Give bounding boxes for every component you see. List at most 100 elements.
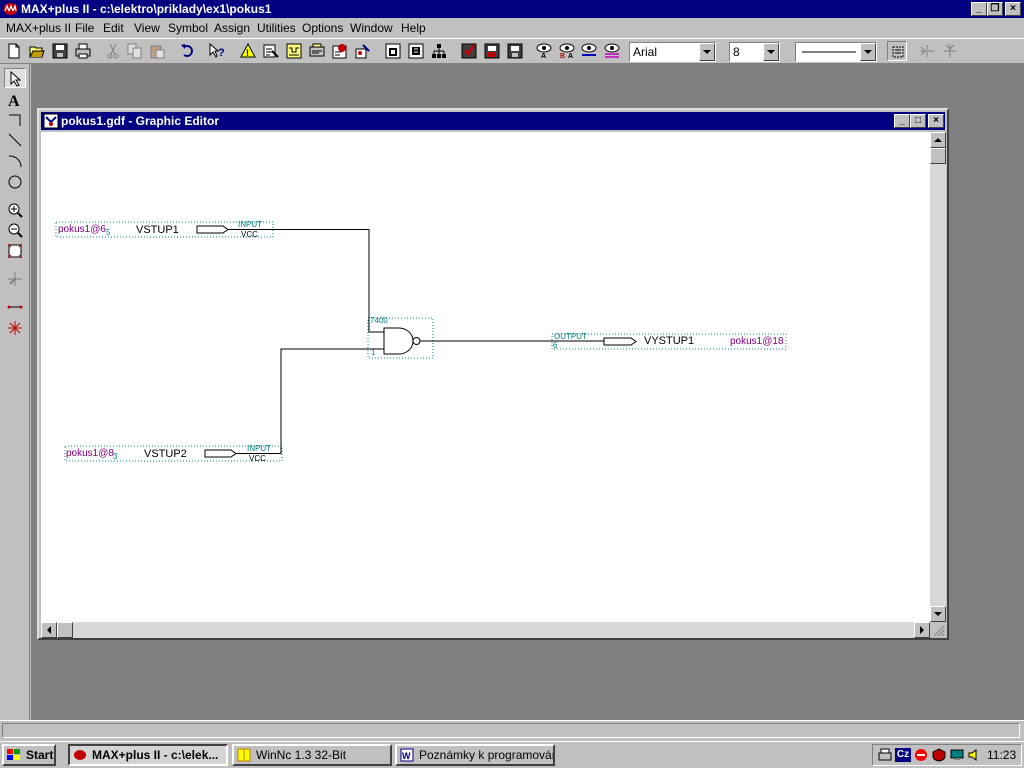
app-title-bar[interactable]: MAX+plus II - c:\elektro\priklady\ex1\po… (0, 0, 1024, 18)
orthogonal-line-icon[interactable] (4, 110, 26, 130)
flip-vertical-icon[interactable] (940, 41, 960, 61)
save-check-icon[interactable] (459, 41, 479, 61)
undo-icon[interactable] (178, 41, 198, 61)
task-winnc[interactable]: WinNc 1.3 32-Bit (232, 744, 392, 766)
scroll-left-icon[interactable] (41, 622, 57, 638)
editor-maximize-button[interactable]: □ (910, 114, 926, 128)
editor-close-button[interactable]: × (928, 114, 944, 128)
menu-file[interactable]: File (75, 21, 94, 35)
context-help-icon[interactable]: ? (207, 41, 227, 61)
programmer-icon[interactable] (307, 41, 327, 61)
output-type: OUTPUT (554, 332, 587, 341)
save-compile-icon[interactable] (482, 41, 502, 61)
scroll-right-icon[interactable] (914, 622, 930, 638)
new-file-icon[interactable] (4, 41, 24, 61)
line-style-dropdown-icon[interactable] (860, 43, 876, 61)
taskbar: Start MAX+plus II - c:\elek... WinNc 1.3… (0, 741, 1024, 768)
start-label: Start (26, 748, 54, 762)
paste-icon[interactable] (148, 41, 168, 61)
language-indicator[interactable]: Cz (895, 748, 911, 762)
horizontal-scroll-thumb[interactable] (57, 622, 73, 638)
scroll-down-icon[interactable] (930, 606, 946, 622)
text-tool-icon[interactable]: A (4, 90, 26, 110)
toolbar: ? ! A BA Arial 8 (0, 38, 1024, 64)
font-size-select[interactable]: 8 (729, 42, 780, 62)
input-type-1: INPUT (238, 220, 262, 229)
menu-help[interactable]: Help (401, 21, 426, 35)
copy-icon[interactable] (125, 41, 145, 61)
speaker-tray-icon[interactable] (967, 748, 983, 762)
print-icon[interactable] (73, 41, 93, 61)
save-simulate-icon[interactable] (505, 41, 525, 61)
open-file-icon[interactable] (27, 41, 47, 61)
restore-button[interactable]: ❐ (987, 2, 1003, 16)
zoom-in-icon[interactable] (4, 200, 26, 220)
horizontal-scrollbar[interactable] (41, 622, 930, 638)
task-maxplus[interactable]: MAX+plus II - c:\elek... (68, 744, 228, 766)
flip-horizontal-icon[interactable] (917, 41, 937, 61)
hierarchy-display-icon[interactable] (406, 41, 426, 61)
zoom-out-icon[interactable] (4, 220, 26, 240)
timing-analyzer-icon[interactable] (284, 41, 304, 61)
find-node-floorplan-icon[interactable] (579, 41, 599, 61)
start-button[interactable]: Start (2, 744, 56, 766)
wire-vstup1 (228, 229, 384, 333)
menu-symbol[interactable]: Symbol (168, 21, 208, 35)
font-name-value: Arial (633, 45, 658, 59)
cut-icon[interactable] (103, 41, 123, 61)
nand-gate-bubble (412, 337, 421, 345)
rubberbanding-icon[interactable] (4, 269, 26, 289)
find-node-icon[interactable]: A (534, 41, 554, 61)
menu-utilities[interactable]: Utilities (257, 21, 296, 35)
rotate-icon[interactable] (887, 41, 907, 61)
svg-text:A: A (568, 53, 573, 59)
task-maxplus-label: MAX+plus II - c:\elek... (92, 748, 219, 762)
diagonal-line-icon[interactable] (4, 130, 26, 150)
menu-maxplus[interactable]: MAX+plus II (6, 21, 71, 35)
menu-view[interactable]: View (134, 21, 160, 35)
find-node-waveform-icon[interactable] (602, 41, 622, 61)
minimize-button[interactable]: _ (971, 2, 987, 16)
antivirus-tray-icon[interactable] (931, 748, 947, 762)
resize-grip-icon[interactable] (931, 623, 945, 637)
hierarchy-up-icon[interactable] (353, 41, 373, 61)
hierarchy-down-icon[interactable] (383, 41, 403, 61)
arc-tool-icon[interactable] (4, 151, 26, 171)
font-size-dropdown-icon[interactable] (763, 43, 779, 61)
save-icon[interactable] (50, 41, 70, 61)
font-name-select[interactable]: Arial (629, 42, 716, 62)
editor-title-bar[interactable]: pokus1.gdf - Graphic Editor _ □ × (41, 112, 945, 130)
svg-text:W: W (402, 751, 411, 761)
schematic-canvas[interactable]: pokus1@6 5 VSTUP1 INPUT VCC pokus1@8 3 V… (41, 132, 930, 622)
compiler-icon[interactable]: ! (238, 41, 258, 61)
selection-tool-icon[interactable] (4, 68, 26, 88)
connect-tool-icon[interactable] (4, 297, 26, 317)
input-name-2: VSTUP2 (144, 448, 187, 460)
font-name-dropdown-icon[interactable] (699, 43, 715, 61)
find-node-design-file-icon[interactable]: BA (557, 41, 577, 61)
close-button[interactable]: × (1005, 2, 1021, 16)
network-tray-icon[interactable] (913, 748, 929, 762)
menu-options[interactable]: Options (302, 21, 343, 35)
vertical-scrollbar[interactable] (930, 132, 946, 622)
open-editor-icon[interactable] (330, 41, 350, 61)
editor-minimize-button[interactable]: _ (894, 114, 910, 128)
output-pin-shape (603, 337, 637, 346)
project-tree-icon[interactable] (429, 41, 449, 61)
vertical-scroll-thumb[interactable] (930, 148, 946, 164)
menu-edit[interactable]: Edit (103, 21, 124, 35)
menu-window[interactable]: Window (350, 21, 393, 35)
line-style-select[interactable] (795, 42, 877, 62)
system-tray: Cz 11:23 (872, 744, 1022, 766)
clock[interactable]: 11:23 (987, 748, 1016, 762)
simulator-icon[interactable] (261, 41, 281, 61)
menu-assign[interactable]: Assign (214, 21, 250, 35)
cross-tool-icon[interactable] (4, 318, 26, 338)
fit-in-window-icon[interactable] (4, 241, 26, 261)
circle-tool-icon[interactable] (4, 172, 26, 192)
graphic-editor-icon (43, 113, 59, 129)
task-word[interactable]: W Poznámky k programování... (395, 744, 555, 766)
display-tray-icon[interactable] (949, 748, 965, 762)
scroll-up-icon[interactable] (930, 132, 946, 148)
printer-tray-icon[interactable] (877, 748, 893, 762)
